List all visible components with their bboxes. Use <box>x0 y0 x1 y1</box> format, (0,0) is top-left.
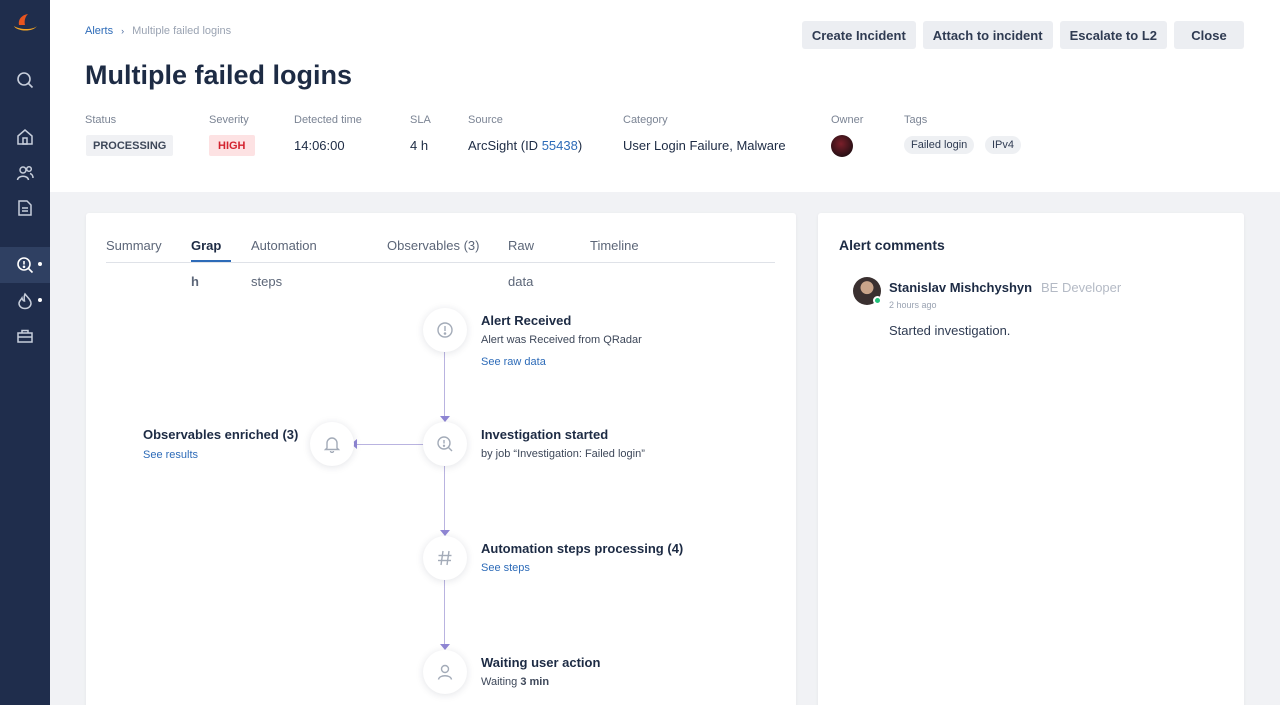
comment-author-role: BE Developer <box>1041 280 1122 295</box>
briefcase-icon <box>17 329 33 343</box>
online-status-indicator <box>873 296 882 305</box>
severity-label: Severity <box>209 114 249 126</box>
nav-alerts[interactable] <box>0 247 50 283</box>
page-title: Multiple failed logins <box>85 60 353 90</box>
hash-icon <box>438 550 452 566</box>
detected-time-value: 14:06:00 <box>294 138 345 153</box>
search-icon <box>17 72 34 89</box>
node-investigation-started[interactable] <box>423 422 467 466</box>
active-tab-indicator <box>191 260 231 262</box>
alert-header: Alerts › Multiple failed logins Multiple… <box>50 0 1280 192</box>
nav-dot <box>38 298 42 302</box>
tab-graph-continued[interactable]: h <box>191 274 199 289</box>
status-label: Status <box>85 114 117 126</box>
create-incident-button[interactable]: Create Incident <box>801 21 916 49</box>
tab-summary[interactable]: Summary <box>106 238 162 253</box>
source-suffix: ) <box>577 138 583 153</box>
tab-graph[interactable]: Grap <box>191 238 221 253</box>
node-automation-steps[interactable] <box>423 536 467 580</box>
see-raw-data-link[interactable]: See raw data <box>481 356 546 368</box>
tab-raw-data-continued[interactable]: data <box>508 274 533 289</box>
graph-connector <box>355 444 425 445</box>
sla-value: 4 h <box>410 138 429 153</box>
tabs-divider <box>106 262 775 263</box>
tab-timeline[interactable]: Timeline <box>590 238 639 253</box>
sidebar <box>0 0 50 705</box>
logo[interactable] <box>12 12 38 34</box>
tab-automation-steps-continued[interactable]: steps <box>251 274 282 289</box>
close-button[interactable]: Close <box>1174 21 1244 49</box>
sla-label: SLA <box>410 114 431 126</box>
comments-title: Alert comments <box>839 237 945 253</box>
tab-raw-data[interactable]: Raw <box>508 238 534 253</box>
graph-connector <box>444 466 445 532</box>
detected-time-label: Detected time <box>294 114 362 126</box>
waiting-duration: 3 min <box>520 676 550 688</box>
comment-text: Started investigation. <box>889 323 1011 338</box>
breadcrumb-current: Multiple failed logins <box>132 25 232 37</box>
source-prefix: ArcSight (ID <box>468 138 542 153</box>
node-waiting-user-action[interactable] <box>423 650 467 694</box>
tab-automation-steps[interactable]: Automation <box>251 238 317 253</box>
owner-avatar[interactable] <box>831 135 853 157</box>
nav-users[interactable] <box>0 155 50 191</box>
header-actions: Create Incident Attach to incident Escal… <box>801 21 1244 49</box>
waiting-prefix: Waiting <box>481 676 521 688</box>
breadcrumb-alerts-link[interactable]: Alerts <box>85 25 113 37</box>
users-icon <box>16 165 34 181</box>
graph-connector <box>444 352 445 418</box>
see-results-link[interactable]: See results <box>143 449 198 461</box>
tab-observables[interactable]: Observables (3) <box>387 238 479 253</box>
node-waiting-subtitle: Waiting 3 min <box>481 676 549 688</box>
category-value: User Login Failure, Malware <box>623 138 786 153</box>
escalate-button[interactable]: Escalate to L2 <box>1059 21 1167 49</box>
nav-active-dot <box>38 262 42 266</box>
tags-label: Tags <box>904 114 928 126</box>
breadcrumb: Alerts › Multiple failed logins <box>85 25 231 37</box>
node-waiting-title: Waiting user action <box>481 655 601 670</box>
nav-search[interactable] <box>0 62 50 98</box>
user-icon <box>437 664 453 680</box>
comment-author[interactable]: Stanislav Mishchyshyn <box>889 280 1032 295</box>
comment-timestamp: 2 hours ago <box>889 300 937 310</box>
category-label: Category <box>623 114 668 126</box>
tag-ipv4[interactable]: IPv4 <box>985 136 1022 154</box>
fire-icon <box>18 292 32 310</box>
severity-badge: HIGH <box>209 135 255 156</box>
node-alert-received-subtitle: Alert was Received from QRadar <box>481 334 642 346</box>
tag-failed-login[interactable]: Failed login <box>904 136 975 154</box>
alert-details-panel: Summary Grap h Automation steps Observab… <box>86 213 796 705</box>
attach-to-incident-button[interactable]: Attach to incident <box>922 21 1053 49</box>
node-automation-title: Automation steps processing (4) <box>481 541 684 556</box>
node-alert-received-title: Alert Received <box>481 313 572 328</box>
alert-search-icon <box>17 257 34 274</box>
nav-incidents[interactable] <box>0 283 50 319</box>
alert-comments-panel: Alert comments Stanislav Mishchyshyn BE … <box>818 213 1244 705</box>
node-investigation-title: Investigation started <box>481 427 609 442</box>
nav-cases[interactable] <box>0 318 50 354</box>
info-icon <box>437 322 453 338</box>
node-observables-title: Observables enriched (3) <box>143 427 299 442</box>
status-badge: PROCESSING <box>86 135 174 156</box>
source-id-link[interactable]: 55438 <box>542 138 578 153</box>
document-icon <box>18 200 32 216</box>
source-label: Source <box>468 114 503 126</box>
chevron-right-icon: › <box>121 26 125 36</box>
see-steps-link[interactable]: See steps <box>481 562 530 574</box>
investigation-icon <box>437 436 453 452</box>
nav-documents[interactable] <box>0 190 50 226</box>
home-icon <box>17 129 33 145</box>
owner-label: Owner <box>831 114 864 126</box>
node-observables-enriched[interactable] <box>310 422 354 466</box>
node-alert-received[interactable] <box>423 308 467 352</box>
node-investigation-subtitle: by job “Investigation: Failed login” <box>481 448 645 460</box>
graph-connector <box>444 580 445 646</box>
nav-home[interactable] <box>0 119 50 155</box>
source-value: ArcSight (ID 55438) <box>468 138 582 153</box>
bell-icon <box>323 437 341 453</box>
